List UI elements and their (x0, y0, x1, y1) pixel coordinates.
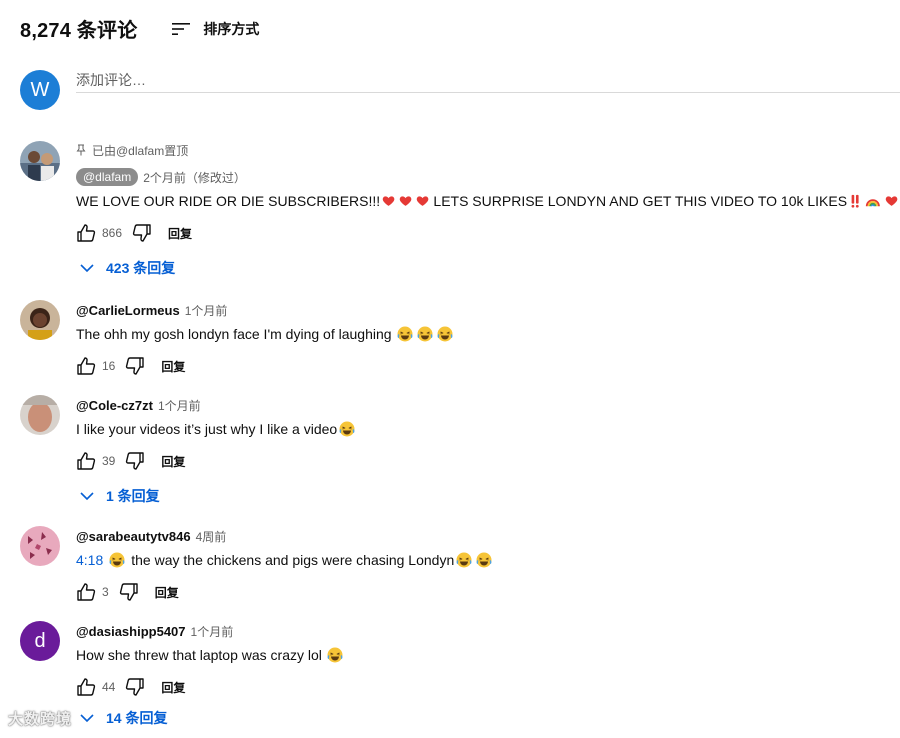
dislike-button[interactable] (125, 451, 145, 471)
comment-text-body: I like your videos it’s just why I like … (76, 421, 338, 437)
heart-emoji (399, 196, 412, 206)
comment-time[interactable]: 4周前 (196, 528, 227, 545)
author-name[interactable]: @Cole-cz7zt (76, 398, 153, 413)
laughing-emoji (456, 552, 472, 568)
comment-text: How she threw that laptop was crazy lol (76, 645, 900, 665)
laughing-emoji (397, 326, 413, 342)
avatar[interactable] (20, 300, 60, 340)
author-name[interactable]: @dlafam (76, 168, 139, 186)
laughing-emoji (339, 421, 355, 437)
avatar[interactable] (20, 526, 60, 566)
like-count: 3 (102, 585, 109, 599)
thumbs-down-icon (132, 224, 151, 242)
chevron-down-icon (80, 492, 94, 501)
video-timestamp-link[interactable]: 4:18 (76, 550, 103, 570)
comment-text-body: How she threw that laptop was crazy lol (76, 647, 322, 663)
chevron-down-icon (80, 714, 94, 723)
author-name[interactable]: @sarabeautytv846 (76, 529, 191, 544)
heart-emoji (417, 196, 429, 206)
double-exclamation-emoji (851, 194, 859, 208)
like-button[interactable] (76, 356, 96, 376)
thumbs-up-icon (77, 678, 96, 696)
reply-button[interactable]: 回复 (168, 225, 192, 242)
watermark: 大数跨境 (8, 711, 73, 728)
add-comment-input[interactable] (76, 68, 900, 93)
chevron-down-icon (80, 264, 94, 273)
comments-header: 8,274 条评论 排序方式 (20, 14, 259, 43)
pinned-indicator: 已由@dlafam置顶 (76, 141, 900, 159)
view-replies-button[interactable]: 14 条回复 (76, 703, 900, 733)
like-button[interactable] (76, 582, 96, 602)
pinned-label: 已由@dlafam置顶 (92, 143, 189, 158)
comment-text: 4:18 the way the chickens and pigs were … (76, 550, 900, 570)
thumbs-up-icon (77, 357, 96, 375)
like-count: 866 (102, 226, 123, 240)
like-button[interactable] (76, 677, 96, 697)
like-button[interactable] (76, 223, 96, 243)
thumbs-down-icon (126, 678, 145, 696)
like-count: 44 (102, 680, 116, 694)
author-name[interactable]: @dasiashipp5407 (76, 624, 186, 639)
laughing-emoji (417, 326, 433, 342)
like-count: 39 (102, 454, 116, 468)
thumbs-down-icon (126, 357, 145, 375)
add-comment-row: W (20, 68, 900, 112)
comment-text-part1: WE LOVE OUR RIDE OR DIE SUBSCRIBERS!!! (76, 193, 381, 209)
reply-button[interactable]: 回复 (155, 584, 179, 601)
laughing-emoji (437, 326, 453, 342)
reply-button[interactable]: 回复 (161, 453, 185, 470)
sort-label: 排序方式 (203, 20, 260, 37)
thumbs-down-icon (119, 583, 138, 601)
thumbs-up-icon (77, 583, 96, 601)
like-count: 16 (102, 359, 116, 373)
sort-icon (172, 22, 191, 35)
author-name[interactable]: @CarlieLormeus (76, 303, 180, 318)
laughing-emoji (327, 647, 343, 663)
dislike-button[interactable] (119, 582, 139, 602)
reply-button[interactable]: 回复 (161, 358, 185, 375)
comment-count: 8,274 条评论 (20, 20, 138, 42)
sort-button[interactable]: 排序方式 (171, 19, 259, 39)
laughing-emoji (109, 552, 125, 568)
avatar[interactable] (20, 395, 60, 435)
comment-text: WE LOVE OUR RIDE OR DIE SUBSCRIBERS!!! L… (76, 191, 900, 211)
comment-time[interactable]: 2个月前（修改过） (143, 169, 246, 186)
comment-text-body: the way the chickens and pigs were chasi… (131, 552, 455, 568)
comment-time[interactable]: 1个月前 (191, 623, 234, 640)
dislike-button[interactable] (132, 223, 152, 243)
dislike-button[interactable] (125, 356, 145, 376)
replies-count: 423 条回复 (106, 260, 176, 276)
avatar[interactable] (20, 141, 60, 181)
replies-count: 1 条回复 (106, 488, 160, 504)
comment-text-body: The ohh my gosh londyn face I'm dying of… (76, 326, 392, 342)
comment-time[interactable]: 1个月前 (185, 302, 228, 319)
comment-text: I like your videos it’s just why I like … (76, 419, 900, 439)
dislike-button[interactable] (125, 677, 145, 697)
avatar[interactable]: d (20, 621, 60, 661)
rainbow-emoji (866, 199, 881, 207)
view-replies-button[interactable]: 423 条回复 (76, 253, 900, 283)
thumbs-up-icon (77, 452, 96, 470)
heart-emoji (382, 196, 395, 206)
replies-count: 14 条回复 (106, 710, 168, 726)
view-replies-button[interactable]: 1 条回复 (76, 481, 900, 511)
comment-text-part2: LETS SURPRISE LONDYN AND GET THIS VIDEO … (433, 193, 848, 209)
comment-text: The ohh my gosh londyn face I'm dying of… (76, 324, 900, 344)
like-button[interactable] (76, 451, 96, 471)
reply-button[interactable]: 回复 (161, 679, 185, 696)
laughing-emoji (476, 552, 492, 568)
pin-icon (76, 144, 86, 156)
comment-time[interactable]: 1个月前 (158, 397, 201, 414)
heart-emoji (885, 196, 898, 206)
current-user-avatar[interactable]: W (20, 70, 60, 110)
thumbs-down-icon (126, 452, 145, 470)
thumbs-up-icon (77, 224, 96, 242)
